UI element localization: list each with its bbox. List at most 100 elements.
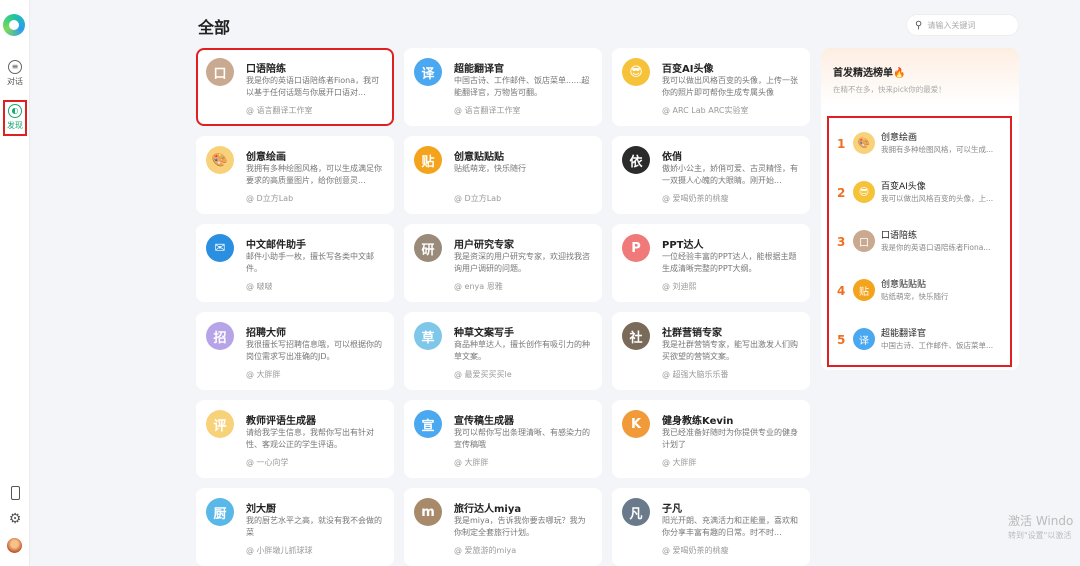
featured-name: 创意绘画 xyxy=(881,133,918,143)
agent-avatar: 译 xyxy=(414,58,442,86)
nav-chat[interactable]: ≡ 对话 xyxy=(0,60,30,87)
agent-avatar: 依 xyxy=(622,146,650,174)
agent-name: 创意贴贴贴 xyxy=(454,152,504,163)
rank-number: 4 xyxy=(837,284,846,298)
featured-description: 中国古诗、工作邮件、饭店菜单... xyxy=(881,341,994,350)
agent-author: 大胖胖 xyxy=(454,457,489,468)
agent-avatar: 口 xyxy=(206,58,234,86)
agent-author: 爱喝奶茶的桃瘦 xyxy=(662,545,729,556)
agent-avatar: 贴 xyxy=(414,146,442,174)
page-title: 全部 xyxy=(198,18,231,37)
agent-card[interactable]: 厨 刘大厨我的厨艺水平之高，就没有我不会做的菜小胖墩儿抓球球 xyxy=(196,488,394,566)
agent-card[interactable]: 🎨 创意绘画我拥有多种绘图风格，可以生成满足你要求的高质量图片，给你创意灵... D… xyxy=(196,136,394,214)
agent-description: 我的厨艺水平之高，就没有我不会做的菜 xyxy=(246,516,382,537)
featured-item[interactable]: 2 😎 百变AI头像 我可以做出风格百变的头像，上... xyxy=(833,173,1008,213)
gear-icon[interactable]: ⚙ xyxy=(0,511,30,527)
agent-avatar: 评 xyxy=(206,410,234,438)
agent-description: 阳光开朗、充满活力和正能量，喜欢和你分享丰富有趣的日常。时不时... xyxy=(662,516,798,537)
agent-card[interactable]: 凡 子凡阳光开朗、充满活力和正能量，喜欢和你分享丰富有趣的日常。时不时... 爱喝奶… xyxy=(612,488,810,566)
agent-name: 子凡 xyxy=(662,504,682,515)
avatar[interactable] xyxy=(7,538,22,553)
search-box[interactable]: ⚲ xyxy=(906,14,1019,36)
windows-activation-hint: 转到"设置"以激活 xyxy=(1008,531,1072,540)
agent-author: 大胖胖 xyxy=(246,369,281,380)
agent-card[interactable]: 招 招聘大师我很擅长写招聘信息哦，可以根据你的岗位需求写出准确的JD。大胖胖 xyxy=(196,312,394,390)
agent-author: 超强大脑乐乐番 xyxy=(662,369,729,380)
agent-name: 用户研究专家 xyxy=(454,240,514,251)
agent-description: 我是你的英语口语陪练者Fiona，我可以基于任何话题与你展开口语对... xyxy=(246,76,380,97)
agent-avatar: 凡 xyxy=(622,498,650,526)
search-input[interactable] xyxy=(927,20,1008,30)
featured-description: 贴纸萌宠，快乐随行 xyxy=(881,292,949,301)
featured-item[interactable]: 4 贴创意贴贴贴 贴纸萌宠，快乐随行 xyxy=(833,271,1008,311)
rank-number: 5 xyxy=(837,333,846,347)
agent-name: 宣传稿生成器 xyxy=(454,416,514,427)
agent-name: 种草文案写手 xyxy=(454,328,514,339)
agent-author: 一心向学 xyxy=(246,457,289,468)
agent-name: 招聘大师 xyxy=(246,328,286,339)
agent-name: 百变AI头像 xyxy=(662,64,714,75)
agent-avatar: 😎 xyxy=(622,58,650,86)
agent-avatar: P xyxy=(622,234,650,262)
featured-name: 创意贴贴贴 xyxy=(881,280,927,290)
agent-avatar: 社 xyxy=(622,322,650,350)
windows-activation-watermark: 激活 Windo xyxy=(1008,514,1074,528)
agent-author: 小胖墩儿抓球球 xyxy=(246,545,313,556)
agent-card[interactable]: m 旅行达人miya我是miya，告诉我你要去哪玩？我为你制定全套旅行计划。爱旅游… xyxy=(404,488,602,566)
featured-item[interactable]: 5 译超能翻译官 中国古诗、工作邮件、饭店菜单... xyxy=(833,320,1008,360)
agent-description: 我很擅长写招聘信息哦，可以根据你的岗位需求写出准确的JD。 xyxy=(246,340,382,361)
agent-card[interactable]: 宣 宣传稿生成器我可以帮你写出条理清晰、有感染力的宣传稿哦大胖胖 xyxy=(404,400,602,478)
agent-name: 社群营销专家 xyxy=(662,328,722,339)
featured-panel: 首发精选榜单🔥 在精不在多，快来pick你的最爱！ 1 🎨 创意绘画我拥有多种绘图风… xyxy=(821,48,1019,370)
featured-item[interactable]: 1 🎨 创意绘画我拥有多种绘图风格，可以生成... xyxy=(833,124,1008,164)
featured-item[interactable]: 3 口口语陪练 我是你的英语口语陪练者Fiona... xyxy=(833,222,1008,262)
featured-avatar: 😎 xyxy=(853,181,875,203)
featured-avatar: 🎨 xyxy=(853,132,875,154)
agent-card[interactable]: 草 种草文案写手商品种草达人，擅长创作有吸引力的种草文案。最爱买买买le xyxy=(404,312,602,390)
agent-description: 商品种草达人，擅长创作有吸引力的种草文案。 xyxy=(454,340,590,361)
sidebar: ≡ 对话 ◐ 发现 ⚙ xyxy=(0,0,30,566)
search-icon: ⚲ xyxy=(915,19,923,31)
discover-icon: ◐ xyxy=(8,104,22,118)
agent-card[interactable]: 口 口语陪练 我是你的英语口语陪练者Fiona，我可以基于任何话题与你展开口语对..… xyxy=(196,48,394,126)
agent-description: 请给我学生信息，我帮你写出有针对性、客观公正的学生评语。 xyxy=(246,428,374,449)
nav-discover[interactable]: ◐ 发现 xyxy=(3,100,27,136)
agent-description: 我拥有多种绘图风格，可以生成满足你要求的高质量图片，给你创意灵... xyxy=(246,164,382,185)
agent-name: 健身教练Kevin xyxy=(662,416,734,427)
agent-card[interactable]: K 健身教练Kevin我已经准备好随时为你提供专业的健身计划了大胖胖 xyxy=(612,400,810,478)
agent-card[interactable]: 贴 创意贴贴贴贴纸萌宠，快乐随行 D立方Lab xyxy=(404,136,602,214)
chat-icon: ≡ xyxy=(8,60,22,74)
agent-avatar: ✉ xyxy=(206,234,234,262)
rank-number: 1 xyxy=(837,137,846,151)
featured-header: 首发精选榜单🔥 在精不在多，快来pick你的最爱！ xyxy=(821,48,1019,106)
agent-description: 傲娇小公主，娇俏可爱、古灵精怪，有一双摄人心魄的大眼睛。刚开始... xyxy=(662,164,798,185)
agent-author: 语言翻译工作室 xyxy=(454,105,521,116)
agent-author: ARC Lab ARC实验室 xyxy=(662,105,749,116)
agent-card[interactable]: 评 教师评语生成器请给我学生信息，我帮你写出有针对性、客观公正的学生评语。一心向学 xyxy=(196,400,394,478)
rank-number: 3 xyxy=(837,235,846,249)
agent-avatar: 宣 xyxy=(414,410,442,438)
agent-card[interactable]: 😎 百变AI头像我可以做出风格百变的头像，上传一张你的照片即可帮你生成专属头像 AR… xyxy=(612,48,810,126)
agent-name: 旅行达人miya xyxy=(454,504,522,515)
agent-card[interactable]: 研 用户研究专家我是资深的用户研究专家，欢迎找我咨询用户调研的问题。 enya 恩雅 xyxy=(404,224,602,302)
agent-description: 我是社群营销专家，能写出激发人们购买欲望的营销文案。 xyxy=(662,340,798,361)
featured-description: 我拥有多种绘图风格，可以生成... xyxy=(881,145,994,154)
app-logo-icon[interactable] xyxy=(3,14,25,36)
agent-card[interactable]: P PPT达人一位经验丰富的PPT达人，能根据主题生成清晰完整的PPT大纲。刘迪熙 xyxy=(612,224,810,302)
agent-card[interactable]: 社 社群营销专家我是社群营销专家，能写出激发人们购买欲望的营销文案。超强大脑乐乐番 xyxy=(612,312,810,390)
agent-author: 爱喝奶茶的桃瘦 xyxy=(662,193,729,204)
agent-author: enya 恩雅 xyxy=(454,281,503,292)
agent-card[interactable]: ✉ 中文邮件助手邮件小助手一枚，擅长写各类中文邮件。啵啵 xyxy=(196,224,394,302)
agent-avatar: 招 xyxy=(206,322,234,350)
agent-name: 教师评语生成器 xyxy=(246,416,316,427)
agent-name: 刘大厨 xyxy=(246,504,276,515)
agent-description: 我是miya，告诉我你要去哪玩？我为你制定全套旅行计划。 xyxy=(454,516,586,537)
agent-avatar: 草 xyxy=(414,322,442,350)
agent-description: 贴纸萌宠，快乐随行 xyxy=(454,164,526,173)
phone-icon[interactable] xyxy=(0,486,30,503)
nav-discover-label: 发现 xyxy=(7,121,23,130)
agent-card[interactable]: 依 依俏傲娇小公主，娇俏可爱、古灵精怪，有一双摄人心魄的大眼睛。刚开始... 爱喝奶… xyxy=(612,136,810,214)
agent-author: 语言翻译工作室 xyxy=(246,105,313,116)
agent-description: 我是资深的用户研究专家，欢迎找我咨询用户调研的问题。 xyxy=(454,252,590,273)
agent-card[interactable]: 译 超能翻译官中国古诗、工作邮件、饭店菜单......超能翻译官，万物皆可翻。语言… xyxy=(404,48,602,126)
